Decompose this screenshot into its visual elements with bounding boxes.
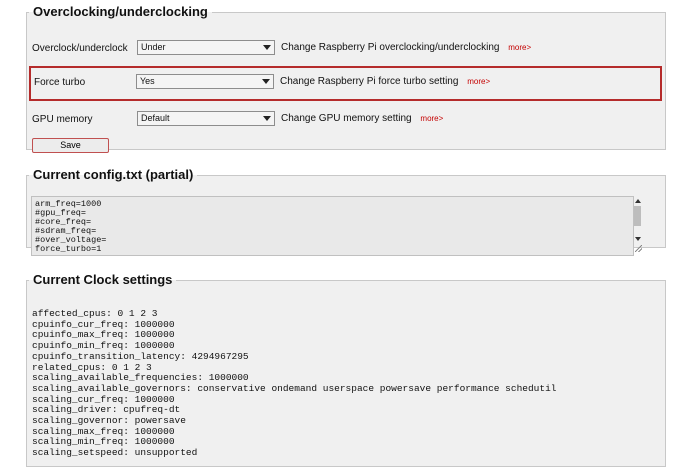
clock-settings-text: affected_cpus: 0 1 2 3 cpuinfo_cur_freq:… (32, 308, 557, 459)
scroll-up-icon[interactable] (635, 199, 641, 203)
config-text: arm_freq=1000 #gpu_freq= #core_freq= #sd… (35, 199, 107, 254)
gpu-memory-more-link[interactable]: more> (420, 114, 443, 123)
overclock-select[interactable]: Under (137, 40, 275, 55)
gpu-memory-label: GPU memory (32, 114, 93, 125)
config-legend: Current config.txt (partial) (33, 167, 194, 182)
overclock-more-link[interactable]: more> (508, 43, 531, 52)
overclocking-panel: Overclocking/underclocking Overclock/und… (26, 4, 666, 153)
gpu-memory-select[interactable]: Default (137, 111, 275, 126)
config-scrollbar[interactable] (634, 196, 644, 256)
chevron-down-icon (263, 45, 271, 50)
overclock-select-value: Under (141, 42, 166, 52)
overclocking-legend: Overclocking/underclocking (33, 4, 208, 19)
overclock-label: Overclock/underclock (32, 43, 128, 54)
gpu-memory-select-value: Default (141, 113, 170, 123)
force-turbo-highlight: Force turbo Yes Change Raspberry Pi forc… (29, 66, 662, 101)
chevron-down-icon (263, 116, 271, 121)
scrollbar-thumb[interactable] (634, 206, 641, 226)
gpu-memory-row: GPU memory Default Change GPU memory set… (30, 108, 662, 132)
force-turbo-description-text: Change Raspberry Pi force turbo setting (280, 76, 459, 87)
force-turbo-more-link[interactable]: more> (467, 77, 490, 86)
force-turbo-select[interactable]: Yes (136, 74, 274, 89)
force-turbo-select-value: Yes (140, 76, 155, 86)
overclock-description: Change Raspberry Pi overclocking/undercl… (281, 42, 531, 53)
force-turbo-description: Change Raspberry Pi force turbo setting … (280, 76, 490, 87)
save-button[interactable]: Save (32, 138, 109, 153)
overclock-description-text: Change Raspberry Pi overclocking/undercl… (281, 42, 500, 53)
chevron-down-icon (262, 79, 270, 84)
gpu-memory-description: Change GPU memory setting more> (281, 113, 443, 124)
force-turbo-row: Force turbo Yes Change Raspberry Pi forc… (32, 71, 664, 95)
resize-grip-icon[interactable] (635, 245, 642, 252)
config-textarea[interactable]: arm_freq=1000 #gpu_freq= #core_freq= #sd… (31, 196, 634, 256)
clock-settings-panel: Current Clock settings affected_cpus: 0 … (26, 273, 666, 467)
clock-legend: Current Clock settings (33, 272, 173, 287)
scroll-down-icon[interactable] (635, 237, 641, 241)
overclock-row: Overclock/underclock Under Change Raspbe… (30, 37, 662, 61)
config-panel: Current config.txt (partial) arm_freq=10… (26, 167, 666, 256)
gpu-memory-description-text: Change GPU memory setting (281, 113, 412, 124)
force-turbo-label: Force turbo (34, 77, 86, 88)
